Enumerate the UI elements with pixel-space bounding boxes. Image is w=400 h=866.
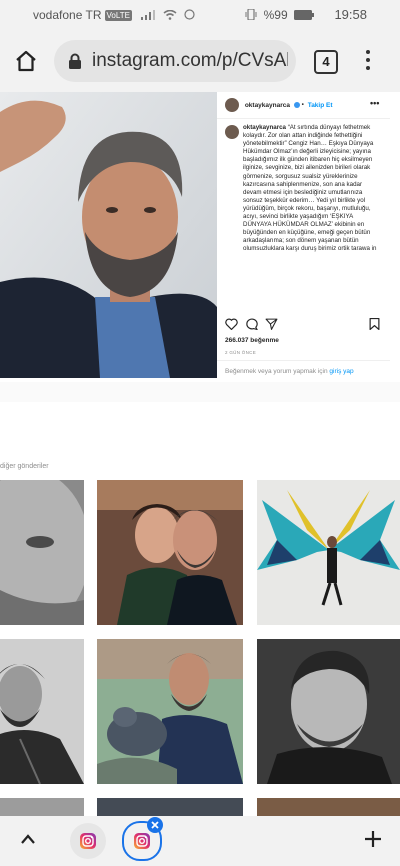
bottom-tab-bar xyxy=(0,816,400,866)
avatar[interactable] xyxy=(225,98,239,112)
volte-badge: VoLTE xyxy=(104,10,132,21)
grid-post[interactable] xyxy=(97,639,243,784)
post-header: oktaykaynarca • Takip Et ••• xyxy=(225,98,379,116)
grid-post[interactable] xyxy=(0,639,84,784)
carrier-label: vodafone TR VoLTE xyxy=(33,8,195,23)
whatsapp-icon xyxy=(184,9,195,23)
tab-switcher-button[interactable]: 4 xyxy=(314,50,338,74)
post-username[interactable]: oktaykaynarca xyxy=(245,102,290,109)
caption-text: “At sırtında dünyayı fethetmek kolaydır.… xyxy=(243,124,377,253)
grid-post[interactable] xyxy=(257,480,400,625)
address-bar[interactable]: instagram.com/p/CVsAl xyxy=(54,40,296,82)
plus-icon[interactable] xyxy=(364,830,382,853)
follow-link[interactable]: Takip Et xyxy=(308,102,333,109)
clock: 19:58 xyxy=(334,7,367,22)
post-side-panel: oktaykaynarca • Takip Et ••• oktaykaynar… xyxy=(217,92,390,382)
login-prompt: Beğenmek veya yorum yapmak için giriş ya… xyxy=(225,368,354,375)
browser-toolbar: instagram.com/p/CVsAl 4 xyxy=(0,30,400,92)
url-text: instagram.com/p/CVsAl xyxy=(92,50,288,71)
grid-post[interactable] xyxy=(257,798,400,816)
comment-icon[interactable] xyxy=(245,317,259,335)
likes-count[interactable]: 266.037 beğenme xyxy=(225,337,279,344)
post-caption: oktaykaynarca “At sırtında dünyayı fethe… xyxy=(243,124,381,306)
tab-instagram-1[interactable] xyxy=(70,823,106,859)
close-icon[interactable] xyxy=(147,817,163,833)
vibrate-icon xyxy=(245,8,257,23)
status-bar: vodafone TR VoLTE %99 19:58 xyxy=(0,0,400,30)
grid-post[interactable] xyxy=(0,480,84,625)
battery-icon xyxy=(294,9,314,23)
grid-post[interactable] xyxy=(97,480,243,625)
chevron-up-icon[interactable] xyxy=(20,832,36,850)
grid-post[interactable] xyxy=(0,798,84,816)
more-posts-title: diğer gönderiler xyxy=(0,463,49,470)
divider xyxy=(217,360,390,361)
caption-avatar[interactable] xyxy=(225,125,239,139)
lock-icon xyxy=(68,53,82,69)
login-link[interactable]: giriş yap xyxy=(329,368,353,375)
grid-post[interactable] xyxy=(257,639,400,784)
heart-icon[interactable] xyxy=(225,317,238,335)
wifi-icon xyxy=(163,9,177,23)
battery-status: %99 xyxy=(245,8,314,23)
post-photo[interactable] xyxy=(0,92,217,378)
caption-username[interactable]: oktaykaynarca xyxy=(243,124,286,131)
share-icon[interactable] xyxy=(265,317,278,335)
post-options-icon[interactable]: ••• xyxy=(370,98,379,108)
home-icon[interactable] xyxy=(14,49,38,73)
more-vert-icon[interactable] xyxy=(364,50,372,72)
divider xyxy=(217,118,390,119)
section-spacer xyxy=(0,382,400,402)
post-actions xyxy=(225,317,380,333)
bookmark-icon[interactable] xyxy=(369,317,380,335)
instagram-icon xyxy=(80,833,96,854)
post-date: 2 GÜN ÖNCE xyxy=(225,350,257,355)
grid-post[interactable] xyxy=(97,798,243,816)
verified-icon xyxy=(293,102,300,108)
signal-icon xyxy=(141,9,156,23)
instagram-icon xyxy=(134,833,150,854)
